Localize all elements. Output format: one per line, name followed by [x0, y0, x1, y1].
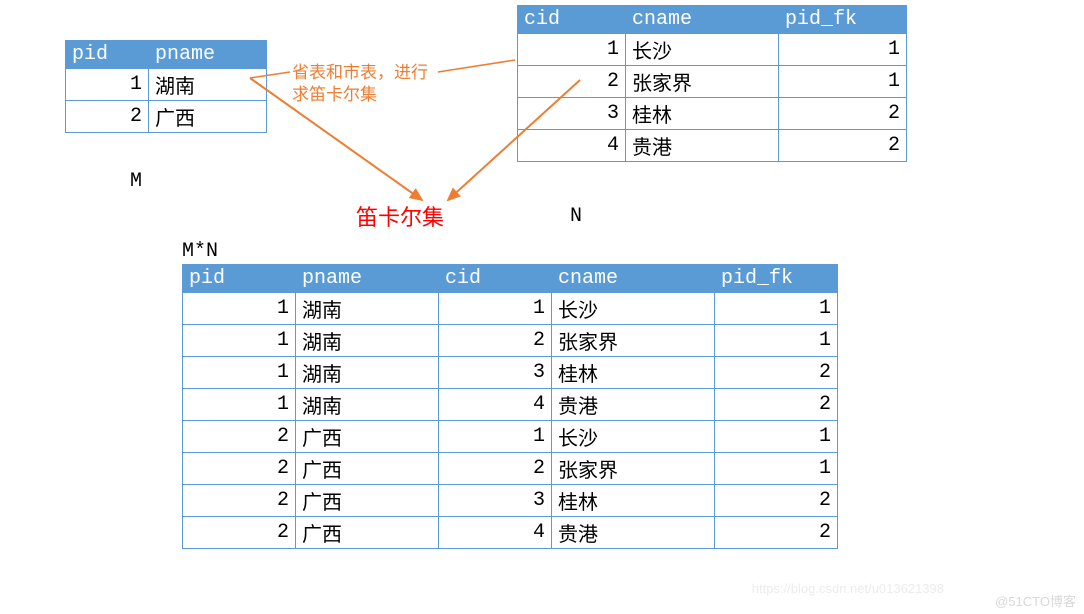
col-pname: pname	[149, 41, 267, 69]
annotation-line2: 求笛卡尔集	[292, 85, 377, 104]
watermark-url: https://blog.csdn.net/u013621398	[752, 581, 944, 596]
table-row: 1湖南4贵港2	[183, 389, 838, 421]
cell-pidfk: 1	[779, 34, 907, 66]
watermark-text: @51CTO博客	[995, 591, 1076, 610]
cell-cname: 桂林	[626, 98, 779, 130]
cell-cname: 长沙	[626, 34, 779, 66]
cell-pname: 湖南	[296, 357, 439, 389]
cell-cid: 1	[439, 421, 552, 453]
col-pid: pid	[183, 265, 296, 293]
table-row: 3 桂林 2	[518, 98, 907, 130]
cell-pid: 2	[183, 485, 296, 517]
cell-cname: 贵港	[552, 517, 715, 549]
cell-pid: 2	[183, 517, 296, 549]
cell-pidfk: 1	[715, 453, 838, 485]
col-pidfk: pid_fk	[715, 265, 838, 293]
cell-pidfk: 1	[715, 325, 838, 357]
cell-pidfk: 2	[715, 357, 838, 389]
cell-pname: 湖南	[296, 389, 439, 421]
cell-cid: 4	[439, 517, 552, 549]
cell-cname: 桂林	[552, 485, 715, 517]
cell-pid: 1	[183, 357, 296, 389]
table-row: 1湖南1长沙1	[183, 293, 838, 325]
table-header-row: cid cname pid_fk	[518, 6, 907, 34]
cell-pid: 2	[183, 453, 296, 485]
table-header-row: pid pname cid cname pid_fk	[183, 265, 838, 293]
cell-cid: 4	[439, 389, 552, 421]
cell-pname: 广西	[296, 517, 439, 549]
table-row: 2广西2张家界1	[183, 453, 838, 485]
cartesian-title: 笛卡尔集	[356, 200, 444, 232]
label-m: M	[130, 170, 142, 193]
cell-cid: 4	[518, 130, 626, 162]
cell-cid: 1	[518, 34, 626, 66]
cell-pidfk: 1	[779, 66, 907, 98]
cell-cname: 张家界	[552, 325, 715, 357]
cell-cname: 长沙	[552, 421, 715, 453]
cell-pidfk: 1	[715, 293, 838, 325]
cell-cname: 长沙	[552, 293, 715, 325]
annotation-text: 省表和市表，进行 求笛卡尔集	[292, 62, 428, 106]
cell-pidfk: 2	[715, 485, 838, 517]
cell-cname: 张家界	[626, 66, 779, 98]
annotation-line1: 省表和市表，进行	[292, 63, 428, 82]
cell-cid: 2	[439, 453, 552, 485]
cell-cid: 3	[439, 357, 552, 389]
cell-pid: 1	[66, 69, 149, 101]
cell-pname: 湖南	[149, 69, 267, 101]
city-table: cid cname pid_fk 1 长沙 1 2 张家界 1 3 桂林 2 4…	[517, 5, 907, 162]
cell-cname: 贵港	[552, 389, 715, 421]
cell-pidfk: 2	[779, 98, 907, 130]
cell-cid: 3	[439, 485, 552, 517]
cell-cid: 3	[518, 98, 626, 130]
cell-pid: 1	[183, 389, 296, 421]
cell-cname: 桂林	[552, 357, 715, 389]
col-cname: cname	[552, 265, 715, 293]
col-cname: cname	[626, 6, 779, 34]
province-table: pid pname 1 湖南 2 广西	[65, 40, 267, 133]
cell-pname: 广西	[296, 421, 439, 453]
cell-pname: 广西	[149, 101, 267, 133]
cell-pidfk: 2	[779, 130, 907, 162]
cell-pidfk: 2	[715, 517, 838, 549]
cell-pidfk: 2	[715, 389, 838, 421]
connector-line	[438, 60, 515, 72]
table-row: 1 长沙 1	[518, 34, 907, 66]
table-row: 2 广西	[66, 101, 267, 133]
table-row: 1湖南3桂林2	[183, 357, 838, 389]
table-header-row: pid pname	[66, 41, 267, 69]
cell-pname: 广西	[296, 453, 439, 485]
col-pname: pname	[296, 265, 439, 293]
cell-pidfk: 1	[715, 421, 838, 453]
cell-cname: 贵港	[626, 130, 779, 162]
col-pidfk: pid_fk	[779, 6, 907, 34]
table-row: 2 张家界 1	[518, 66, 907, 98]
cell-cid: 2	[439, 325, 552, 357]
table-row: 1湖南2张家界1	[183, 325, 838, 357]
result-table: pid pname cid cname pid_fk 1湖南1长沙11湖南2张家…	[182, 264, 838, 549]
table-row: 2广西4贵港2	[183, 517, 838, 549]
cell-pname: 湖南	[296, 293, 439, 325]
table-row: 4 贵港 2	[518, 130, 907, 162]
table-row: 2广西3桂林2	[183, 485, 838, 517]
table-row: 1 湖南	[66, 69, 267, 101]
col-cid: cid	[518, 6, 626, 34]
label-n: N	[570, 205, 582, 228]
cell-pid: 1	[183, 325, 296, 357]
cell-pname: 湖南	[296, 325, 439, 357]
table-row: 2广西1长沙1	[183, 421, 838, 453]
col-pid: pid	[66, 41, 149, 69]
cell-pname: 广西	[296, 485, 439, 517]
cell-pid: 1	[183, 293, 296, 325]
cell-cid: 1	[439, 293, 552, 325]
cell-cname: 张家界	[552, 453, 715, 485]
cell-pid: 2	[66, 101, 149, 133]
cell-cid: 2	[518, 66, 626, 98]
cell-pid: 2	[183, 421, 296, 453]
col-cid: cid	[439, 265, 552, 293]
label-mn: M*N	[182, 240, 218, 263]
